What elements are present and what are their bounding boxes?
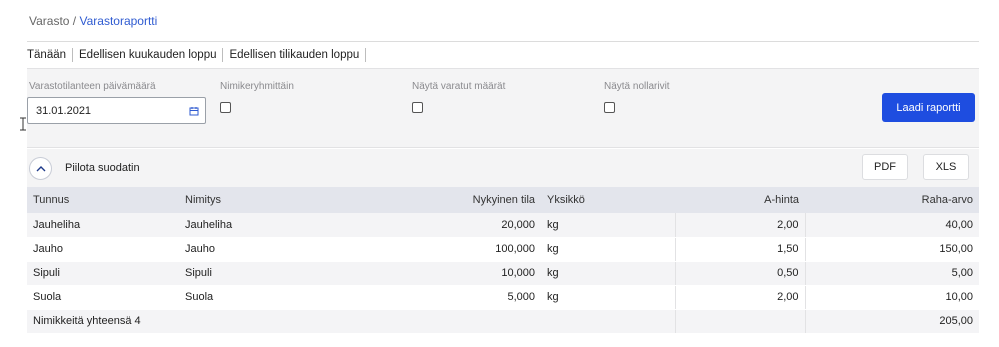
hide-filter-label[interactable]: Piilota suodatin <box>65 161 140 175</box>
cell-value: 5,00 <box>804 261 979 286</box>
hide-filter-toggle[interactable] <box>29 157 52 180</box>
cell-code: Jauho <box>27 237 179 262</box>
group-by-item-label: Nimikeryhmittäin <box>220 81 294 92</box>
inventory-report-table: Tunnus Nimitys Nykyinen tila Yksikkö A-h… <box>27 187 979 334</box>
table-footer-row: Nimikkeitä yhteensä 4 205,00 <box>27 308 979 334</box>
footer-empty-cell <box>541 308 675 334</box>
cell-current-stock: 20,000 <box>387 213 541 238</box>
cell-name: Sipuli <box>179 261 387 286</box>
cell-unit: kg <box>541 261 675 286</box>
show-reserved-label: Näytä varatut määrät <box>412 81 506 92</box>
cell-unit: kg <box>541 213 675 238</box>
column-header-unit[interactable]: Yksikkö <box>541 187 675 213</box>
quick-link-prev-month-end[interactable]: Edellisen kuukauden loppu <box>79 47 222 63</box>
cell-unit: kg <box>541 285 675 310</box>
quick-date-links: Tänään Edellisen kuukauden loppu Edellis… <box>27 47 372 63</box>
cell-value: 10,00 <box>804 285 979 310</box>
calendar-icon[interactable] <box>183 98 205 123</box>
date-field-label: Varastotilanteen päivämäärä <box>29 81 156 92</box>
quick-link-divider <box>72 48 74 62</box>
cell-code: Sipuli <box>27 261 179 286</box>
export-pdf-button[interactable]: PDF <box>862 154 908 180</box>
quick-link-today[interactable]: Tänään <box>27 47 72 63</box>
date-field-value[interactable]: 31.01.2021 <box>36 105 183 117</box>
show-zero-rows-checkbox[interactable] <box>604 102 615 113</box>
header-divider <box>27 41 979 42</box>
breadcrumb-root[interactable]: Varasto <box>29 14 69 28</box>
breadcrumb-current[interactable]: Varastoraportti <box>79 14 157 28</box>
table-row: Jauheliha Jauheliha 20,000 kg 2,00 40,00 <box>27 213 979 238</box>
date-field[interactable]: 31.01.2021 <box>27 97 206 124</box>
cell-code: Suola <box>27 285 179 310</box>
text-cursor-icon <box>20 117 26 131</box>
cell-current-stock: 100,000 <box>387 237 541 262</box>
footer-total-value: 205,00 <box>804 308 979 334</box>
cell-current-stock: 5,000 <box>387 285 541 310</box>
cell-code: Jauheliha <box>27 213 179 238</box>
cell-unit-price: 0,50 <box>674 261 805 286</box>
cell-unit-price: 2,00 <box>674 213 805 238</box>
export-xls-button[interactable]: XLS <box>923 154 969 180</box>
cell-value: 40,00 <box>804 213 979 238</box>
cell-current-stock: 10,000 <box>387 261 541 286</box>
footer-empty-cell <box>387 308 541 334</box>
footer-item-count: Nimikkeitä yhteensä 4 <box>27 308 387 334</box>
quick-link-divider <box>222 48 224 62</box>
column-header-name[interactable]: Nimitys <box>179 187 387 213</box>
table-row: Sipuli Sipuli 10,000 kg 0,50 5,00 <box>27 261 979 286</box>
show-zero-rows-label: Näytä nollarivit <box>604 81 670 92</box>
cell-name: Jauho <box>179 237 387 262</box>
cell-unit: kg <box>541 237 675 262</box>
table-row: Suola Suola 5,000 kg 2,00 10,00 <box>27 285 979 310</box>
column-header-unit-price[interactable]: A-hinta <box>675 187 805 213</box>
column-header-code[interactable]: Tunnus <box>27 187 179 213</box>
show-reserved-checkbox[interactable] <box>412 102 423 113</box>
column-header-current-stock[interactable]: Nykyinen tila <box>387 187 541 213</box>
quick-link-prev-fiscal-end[interactable]: Edellisen tilikauden loppu <box>229 47 365 63</box>
cell-name: Suola <box>179 285 387 310</box>
chevron-up-icon <box>36 165 45 171</box>
footer-empty-cell <box>674 308 805 334</box>
table-row: Jauho Jauho 100,000 kg 1,50 150,00 <box>27 237 979 262</box>
cell-unit-price: 1,50 <box>674 237 805 262</box>
load-report-button[interactable]: Laadi raportti <box>882 93 975 122</box>
cell-name: Jauheliha <box>179 213 387 238</box>
breadcrumb-separator: / <box>69 14 80 28</box>
column-header-value[interactable]: Raha-arvo <box>805 187 979 213</box>
table-header-row: Tunnus Nimitys Nykyinen tila Yksikkö A-h… <box>27 187 979 213</box>
cell-unit-price: 2,00 <box>674 285 805 310</box>
quick-link-divider <box>365 48 367 62</box>
report-toolbar: Piilota suodatin PDF XLS <box>27 149 979 187</box>
filter-panel: Varastotilanteen päivämäärä 31.01.2021 N… <box>27 68 979 148</box>
breadcrumb: Varasto / Varastoraportti <box>29 13 157 29</box>
group-by-item-checkbox[interactable] <box>220 102 231 113</box>
cell-value: 150,00 <box>804 237 979 262</box>
